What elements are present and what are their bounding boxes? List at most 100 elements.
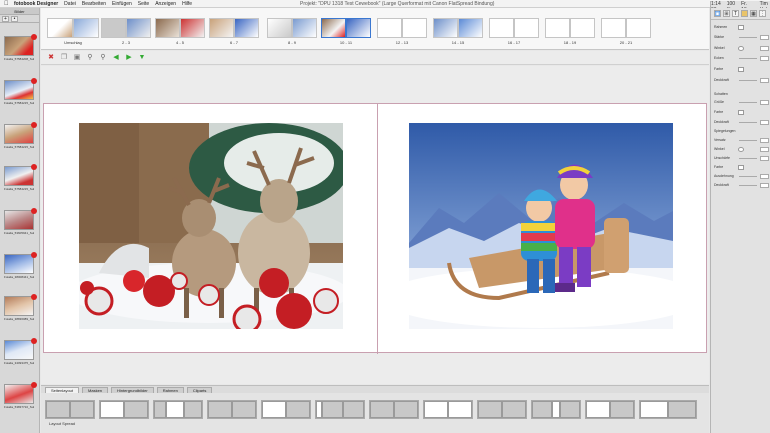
winkel-value[interactable] (760, 45, 769, 51)
spiegel-winkel-dial[interactable] (738, 146, 744, 152)
layout-option[interactable] (153, 400, 203, 419)
spread-12-13[interactable]: 12 - 13 (377, 18, 427, 45)
menu-anzeigen[interactable]: Anzeigen (155, 1, 176, 7)
groesse-value[interactable] (760, 99, 769, 105)
menu-datei[interactable]: Datei (64, 1, 76, 7)
inspector-panel: ▣ ⊞ T ▦ ⋮ Rahmen Stärke Winkel Ecken Far… (710, 8, 770, 433)
unschaerfe-slider[interactable] (739, 157, 757, 159)
usage-badge (31, 338, 37, 344)
staerke-value[interactable] (760, 34, 769, 40)
image-thumb[interactable]: Fotalia_38008441_Subsc.. (4, 252, 37, 279)
schatten-deckkraft-value[interactable] (760, 119, 769, 125)
spread-8-9[interactable]: 8 - 9 (267, 18, 317, 45)
usage-badge (31, 34, 37, 40)
menu-seite[interactable]: Seite (138, 1, 149, 7)
crop-tool-icon[interactable]: ⊞ (723, 10, 730, 17)
delete-icon[interactable]: ✖ (47, 54, 55, 62)
schatten-farbe-swatch[interactable] (738, 109, 744, 115)
more-tool-icon[interactable]: ⋮ (759, 10, 766, 17)
rahmen-swatch[interactable] (738, 24, 744, 30)
sidebar-tools: + • (0, 15, 39, 23)
spread-20-21[interactable]: 20 - 21 (601, 18, 651, 45)
layout-option[interactable] (585, 400, 635, 419)
arrow-right-icon[interactable]: ▶ (125, 54, 133, 62)
layout-option[interactable] (639, 400, 697, 419)
ecken-slider[interactable] (739, 57, 757, 59)
prop-label: Farbe (714, 67, 724, 71)
deckkraft-value[interactable] (760, 77, 769, 83)
spread-6-7[interactable]: 6 - 7 (209, 18, 259, 45)
page-thumb (321, 18, 346, 38)
color-tool-icon[interactable] (741, 10, 748, 17)
spread-2-3[interactable]: 2 - 3 (101, 18, 151, 45)
farbe-swatch[interactable] (738, 66, 744, 72)
photo-kids-sled[interactable] (409, 123, 673, 329)
save-icon[interactable]: ▣ (73, 54, 81, 62)
image-thumb[interactable]: Fotalia_57584208_Subsc.. (4, 34, 37, 61)
layout-option[interactable] (531, 400, 581, 419)
spread-cover[interactable]: Umschlag (47, 18, 99, 45)
copy-icon[interactable]: ❐ (60, 54, 68, 62)
image-thumb[interactable]: Fotalia_57584215_Subsc.. (4, 122, 37, 149)
thumb-image (4, 340, 34, 360)
spiegel-farbe-swatch[interactable] (738, 164, 744, 170)
groesse-slider[interactable] (739, 101, 757, 103)
ausdehnung-slider[interactable] (739, 175, 757, 177)
image-thumb[interactable]: Fotalia_53837710_Subsc.. (4, 382, 37, 409)
spread-18-19[interactable]: 18 - 19 (545, 18, 595, 45)
image-thumb[interactable]: Fotalia_34093475_Subsc.. (4, 338, 37, 365)
menu-einfuegen[interactable]: Einfügen (112, 1, 132, 7)
ecken-value[interactable] (760, 55, 769, 61)
image-tool-icon[interactable]: ▣ (714, 10, 721, 17)
image-thumb[interactable]: Fotalia_57584215_Subsc.. (4, 78, 37, 105)
layer-tool-icon[interactable]: ▦ (750, 10, 757, 17)
prop-spiegelungen: Spiegelungen (714, 127, 769, 135)
menu-hilfe[interactable]: Hilfe (182, 1, 192, 7)
add-image-button[interactable]: + (2, 15, 9, 22)
arrow-left-icon[interactable]: ◀ (112, 54, 120, 62)
image-thumb[interactable]: Fotalia_38836089_Subsc.. (4, 294, 37, 321)
image-thumb[interactable]: Fotalia_53605941_Subsc.. (4, 208, 37, 235)
spread-label: 4 - 5 (175, 40, 184, 45)
sidebar-options-button[interactable]: • (11, 15, 18, 22)
text-tool-icon[interactable]: T (732, 10, 739, 17)
spiegel-winkel-value[interactable] (760, 146, 769, 152)
winkel-dial[interactable] (738, 45, 744, 51)
book-spread[interactable] (43, 103, 707, 354)
layout-option[interactable] (99, 400, 149, 419)
kids-photo-graphic (409, 123, 673, 329)
spiegel-deckkraft-slider[interactable] (739, 184, 757, 186)
spiegel-deckkraft-value[interactable] (760, 182, 769, 188)
unschaerfe-value[interactable] (760, 155, 769, 161)
menu-bearbeiten[interactable]: Bearbeiten (82, 1, 106, 7)
versatz-slider[interactable] (739, 139, 757, 141)
prop-label: Winkel (714, 46, 725, 50)
photo-reindeer[interactable] (79, 123, 343, 329)
zoom-in-icon[interactable]: ⚲ (99, 54, 107, 62)
page-thumb (377, 18, 402, 38)
staerke-slider[interactable] (739, 36, 757, 38)
app-menu[interactable]: fotobook Designer (14, 1, 58, 7)
image-thumb[interactable]: Fotalia_57584215_Subsc.. (4, 164, 37, 191)
spread-14-15[interactable]: 14 - 15 (433, 18, 483, 45)
zoom-out-icon[interactable]: ⚲ (86, 54, 94, 62)
layout-option[interactable] (477, 400, 527, 419)
spread-4-5[interactable]: 4 - 5 (155, 18, 205, 45)
layout-option[interactable] (423, 400, 473, 419)
usage-badge (31, 122, 37, 128)
editing-canvas[interactable] (41, 66, 709, 384)
thumb-image (4, 80, 34, 100)
ausdehnung-value[interactable] (760, 173, 769, 179)
layout-option[interactable] (315, 400, 365, 419)
spread-16-17[interactable]: 16 - 17 (489, 18, 539, 45)
layout-option[interactable] (207, 400, 257, 419)
apple-menu-icon[interactable]:  (4, 1, 10, 7)
arrow-down-icon[interactable]: ▼ (138, 54, 146, 62)
versatz-value[interactable] (760, 137, 769, 143)
spread-10-11[interactable]: 10 - 11 (321, 18, 371, 45)
layout-option[interactable] (261, 400, 311, 419)
schatten-deckkraft-slider[interactable] (739, 121, 757, 123)
deckkraft-slider[interactable] (739, 79, 757, 81)
layout-option[interactable] (45, 400, 95, 419)
layout-option[interactable] (369, 400, 419, 419)
